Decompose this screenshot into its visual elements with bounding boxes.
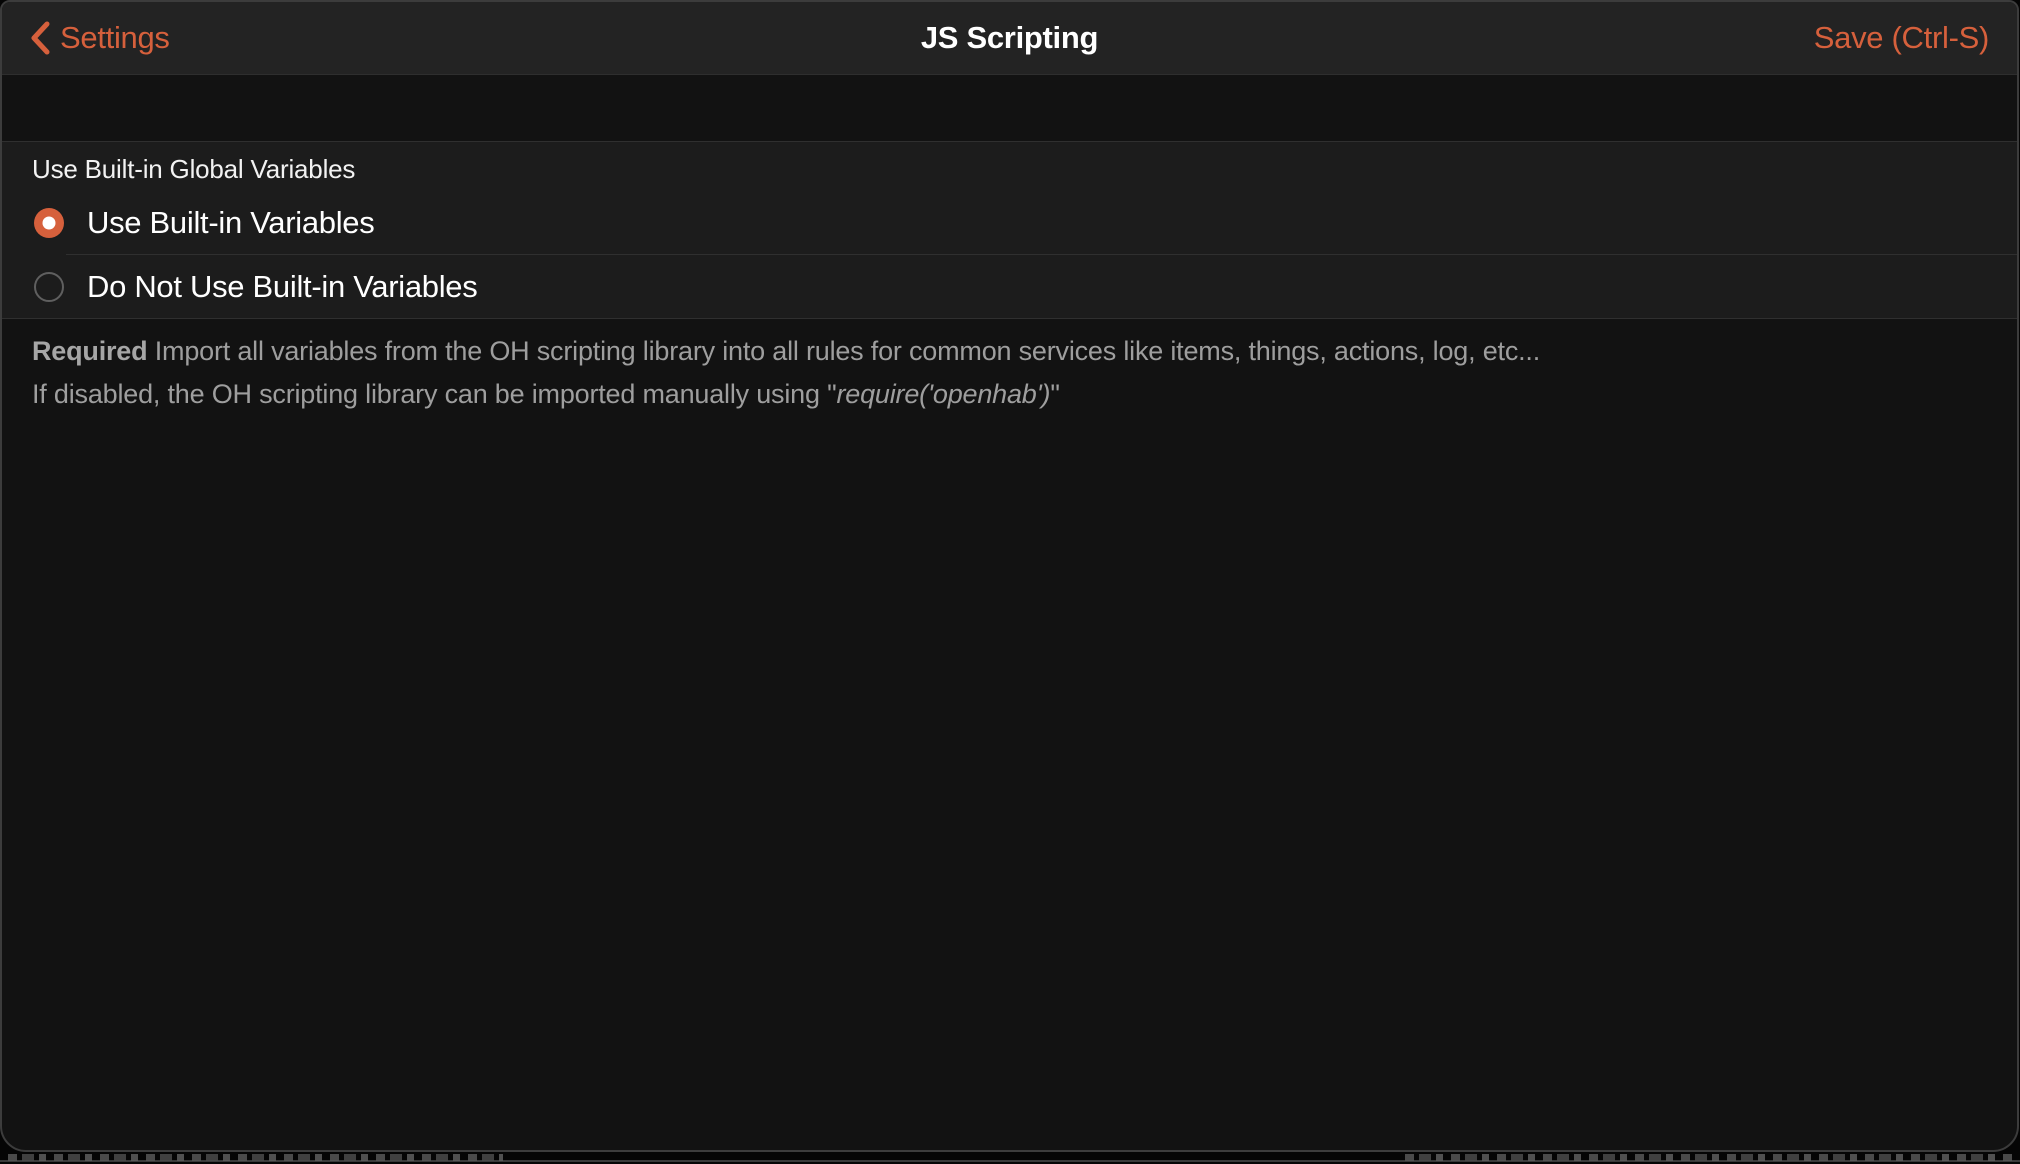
radio-unselected-icon[interactable] — [34, 272, 64, 302]
radio-option-label: Use Built-in Variables — [87, 205, 374, 241]
section-footer-description: Required Import all variables from the O… — [2, 319, 2017, 414]
radio-option-use-builtin-variables[interactable]: Use Built-in Variables — [2, 191, 2017, 254]
footer-line-1-text: Import all variables from the OH scripti… — [155, 336, 1540, 366]
footer-line-2-code: require('openhab') — [836, 379, 1050, 409]
save-button[interactable]: Save (Ctrl-S) — [1814, 20, 1989, 56]
chevron-left-icon — [30, 21, 50, 55]
clipped-background-text-right — [1405, 1154, 2012, 1161]
js-scripting-settings-sheet: Settings JS Scripting Save (Ctrl-S) Use … — [0, 0, 2019, 1152]
radio-option-do-not-use-builtin-variables[interactable]: Do Not Use Built-in Variables — [2, 255, 2017, 318]
footer-line-1: Required Import all variables from the O… — [32, 331, 1987, 371]
back-button-label: Settings — [60, 20, 170, 56]
back-button[interactable]: Settings — [30, 20, 170, 56]
radio-selected-icon[interactable] — [34, 208, 64, 238]
page-title: JS Scripting — [2, 20, 2017, 56]
required-label: Required — [32, 336, 147, 366]
clipped-background-text-left — [8, 1154, 503, 1161]
variables-option-list: Use Built-in Global Variables Use Built-… — [2, 141, 2017, 319]
radio-option-label: Do Not Use Built-in Variables — [87, 269, 477, 305]
footer-line-2-prefix: If disabled, the OH scripting library ca… — [32, 379, 836, 409]
footer-line-2-suffix: " — [1050, 379, 1059, 409]
footer-line-2: If disabled, the OH scripting library ca… — [32, 374, 1987, 414]
spacer-band — [2, 75, 2017, 141]
section-title: Use Built-in Global Variables — [2, 142, 2017, 191]
navbar: Settings JS Scripting Save (Ctrl-S) — [2, 2, 2017, 75]
